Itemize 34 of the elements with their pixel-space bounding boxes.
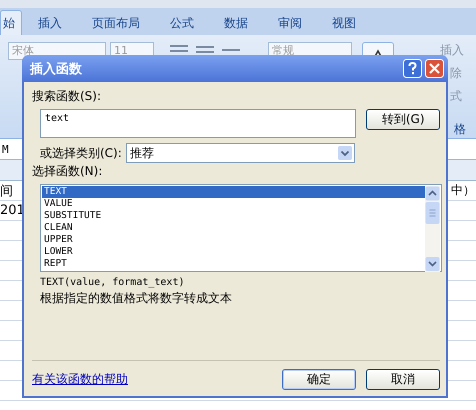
window-title: 插入函数 xyxy=(30,60,82,78)
name-box[interactable]: M xyxy=(0,142,9,156)
function-description: 根据指定的数值格式将数字转成文本 xyxy=(40,290,233,307)
ribbon-tab[interactable]: 公式 xyxy=(156,11,208,35)
search-label: 搜索函数(S): xyxy=(32,88,102,105)
close-icon[interactable] xyxy=(425,59,444,78)
functions-label: 选择函数(N): xyxy=(32,163,104,180)
function-item[interactable]: UPPER xyxy=(42,234,425,246)
function-item[interactable]: CLEAN xyxy=(42,222,425,234)
function-signature: TEXT(value, format_text) xyxy=(40,277,186,288)
ribbon-tab[interactable]: 视图 xyxy=(318,11,370,35)
category-dropdown[interactable]: 推荐 xyxy=(126,143,355,163)
scrollbar[interactable] xyxy=(425,186,440,272)
function-item[interactable]: TEXT xyxy=(42,186,425,198)
go-button[interactable]: 转到(G) xyxy=(366,109,440,130)
group-label: 格 xyxy=(454,121,466,138)
help-icon[interactable] xyxy=(403,59,422,78)
cancel-button[interactable]: 取消 xyxy=(366,369,440,390)
ribbon-tab[interactable]: 数据 xyxy=(210,11,262,35)
function-item[interactable]: LOWER xyxy=(42,246,425,258)
ok-button[interactable]: 确定 xyxy=(282,369,356,390)
search-field[interactable]: text xyxy=(40,109,356,138)
function-item[interactable]: SUBSTITUTE xyxy=(42,210,425,222)
help-link[interactable]: 有关该函数的帮助 xyxy=(32,371,128,388)
table-cell: 中） xyxy=(451,182,476,199)
function-item[interactable]: REPT xyxy=(42,258,425,270)
ribbon-tab[interactable]: 审阅 xyxy=(264,11,316,35)
table-cell: 201 xyxy=(0,203,25,218)
category-label: 或选择类别(C): xyxy=(40,144,122,162)
ribbon-tab[interactable]: 页面布局 xyxy=(78,11,154,35)
ribbon-tab[interactable]: 始 xyxy=(0,10,22,35)
table-cell-text: 间 xyxy=(0,182,13,200)
ribbon-tab[interactable]: 插入 xyxy=(24,11,76,35)
function-item[interactable]: VALUE xyxy=(42,198,425,210)
